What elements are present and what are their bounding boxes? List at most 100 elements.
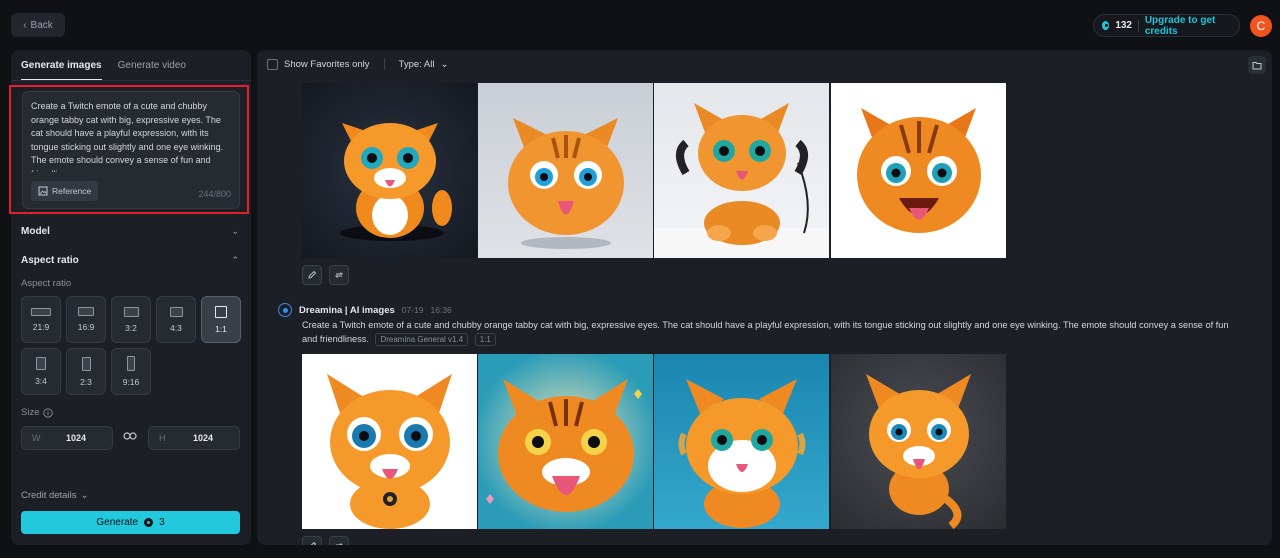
divider bbox=[383, 58, 385, 70]
generation-date: 07-19 bbox=[401, 305, 424, 315]
credit-details-label: Credit details bbox=[21, 490, 77, 501]
cat-image bbox=[340, 123, 452, 241]
generation-header: Dreamina | AI images 07-19 16:36 bbox=[278, 303, 452, 317]
generated-image[interactable] bbox=[831, 83, 1006, 258]
cat-image bbox=[857, 108, 981, 233]
ratio-label: 16:9 bbox=[77, 322, 95, 332]
generate-button[interactable]: Generate 3 bbox=[21, 511, 240, 534]
results-toolbar: Show Favorites only Type: All ⌄ bbox=[267, 58, 448, 70]
upgrade-link[interactable]: Upgrade to get credits bbox=[1145, 15, 1231, 37]
generated-image[interactable] bbox=[831, 354, 1006, 529]
ratio-shape-icon bbox=[78, 307, 94, 316]
chevron-left-icon: ‹ bbox=[23, 19, 27, 31]
generation-prompt: Create a Twitch emote of a cute and chub… bbox=[302, 319, 1242, 346]
ratio-label: 2:3 bbox=[80, 376, 92, 387]
ratio-2-3[interactable]: 2:3 bbox=[66, 348, 106, 395]
avatar[interactable]: C bbox=[1250, 15, 1272, 37]
height-label: H bbox=[159, 433, 166, 443]
cat-image bbox=[327, 374, 452, 529]
size-label: Size bbox=[21, 407, 40, 418]
type-filter[interactable]: Type: All bbox=[399, 59, 435, 70]
ratio-3-2[interactable]: 3:2 bbox=[111, 296, 151, 343]
link-icon[interactable] bbox=[123, 431, 137, 441]
aspect-ratio-section[interactable]: Aspect ratio ⌃ bbox=[21, 255, 239, 266]
ratio-1-1[interactable]: 1:1 bbox=[201, 296, 241, 343]
height-input[interactable]: H 1024 bbox=[148, 426, 240, 450]
prompt-input[interactable]: Create a Twitch emote of a cute and chub… bbox=[22, 91, 240, 209]
char-counter: 244/800 bbox=[198, 189, 231, 199]
aspect-ratio-sublabel: Aspect ratio bbox=[21, 278, 72, 289]
regenerate-button[interactable] bbox=[329, 536, 349, 545]
tab-generate-images[interactable]: Generate images bbox=[21, 58, 102, 81]
generated-image[interactable] bbox=[654, 354, 829, 529]
width-input[interactable]: W 1024 bbox=[21, 426, 113, 450]
generate-label: Generate bbox=[96, 517, 139, 528]
generator-tabs: Generate images Generate video bbox=[21, 58, 186, 81]
divider bbox=[11, 80, 251, 81]
generated-image[interactable] bbox=[478, 354, 653, 529]
generation-author: Dreamina | AI images bbox=[299, 304, 395, 316]
cat-image bbox=[508, 118, 624, 249]
edit-button[interactable] bbox=[302, 265, 322, 285]
credit-coin-icon bbox=[144, 518, 154, 527]
model-tag: Dreamina General v1.4 bbox=[375, 332, 469, 346]
aspect-ratio-title: Aspect ratio bbox=[21, 255, 79, 266]
dreamina-logo-icon bbox=[278, 303, 292, 317]
cat-image bbox=[486, 379, 642, 512]
favorites-label[interactable]: Show Favorites only bbox=[284, 59, 370, 70]
ratio-16-9[interactable]: 16:9 bbox=[66, 296, 106, 343]
width-value[interactable]: 1024 bbox=[50, 433, 102, 443]
refresh-icon bbox=[334, 272, 344, 278]
chevron-down-icon: ⌄ bbox=[231, 226, 239, 236]
model-section[interactable]: Model ⌄ bbox=[21, 226, 239, 237]
ratio-9-16[interactable]: 9:16 bbox=[111, 348, 151, 395]
regenerate-button[interactable] bbox=[329, 265, 349, 285]
width-label: W bbox=[32, 433, 41, 443]
size-label-row: Size bbox=[21, 407, 54, 418]
divider bbox=[1138, 19, 1139, 32]
credit-count: 132 bbox=[1115, 20, 1132, 31]
generated-image[interactable] bbox=[654, 83, 829, 258]
height-value[interactable]: 1024 bbox=[177, 433, 229, 443]
ratio-label: 21:9 bbox=[32, 321, 50, 332]
reference-label: Reference bbox=[52, 186, 92, 196]
pencil-icon bbox=[310, 541, 317, 545]
chevron-down-icon: ⌄ bbox=[80, 490, 89, 501]
generated-image[interactable] bbox=[478, 83, 653, 258]
pencil-icon bbox=[308, 270, 317, 279]
chevron-up-icon: ⌃ bbox=[231, 255, 239, 265]
ratio-4-3[interactable]: 4:3 bbox=[156, 296, 196, 343]
tab-generate-video[interactable]: Generate video bbox=[118, 58, 186, 81]
generated-image[interactable] bbox=[302, 83, 477, 258]
credits-pill[interactable]: 132 Upgrade to get credits bbox=[1093, 14, 1240, 37]
model-label: Model bbox=[21, 226, 50, 237]
ratio-label: 3:4 bbox=[35, 376, 47, 386]
ratio-label: 1:1 bbox=[215, 323, 227, 334]
ratio-shape-icon bbox=[123, 306, 139, 317]
favorites-checkbox[interactable] bbox=[267, 58, 278, 70]
generate-cost: 3 bbox=[159, 517, 165, 528]
ratio-tag: 1:1 bbox=[474, 332, 496, 346]
ratio-3-4[interactable]: 3:4 bbox=[21, 348, 61, 395]
ratio-label: 3:2 bbox=[125, 322, 137, 333]
credit-coin-icon bbox=[1102, 21, 1110, 30]
results-panel: Show Favorites only Type: All ⌄ Dreamina… bbox=[257, 50, 1272, 545]
back-button[interactable]: ‹ Back bbox=[11, 13, 65, 37]
ratio-label: 4:3 bbox=[170, 322, 182, 333]
prompt-text[interactable]: Create a Twitch emote of a cute and chub… bbox=[31, 100, 233, 172]
edit-button[interactable] bbox=[302, 536, 322, 545]
cat-image bbox=[866, 374, 971, 529]
generation-time: 16:36 bbox=[430, 305, 452, 315]
credit-details-toggle[interactable]: Credit details ⌄ bbox=[21, 490, 88, 501]
cat-image bbox=[678, 379, 806, 528]
reference-button[interactable]: Reference bbox=[31, 181, 99, 201]
cat-image bbox=[654, 103, 829, 258]
folder-button[interactable] bbox=[1248, 56, 1266, 74]
back-label: Back bbox=[30, 19, 53, 31]
ratio-shape-icon bbox=[81, 356, 91, 371]
generated-image[interactable] bbox=[302, 354, 477, 529]
ratio-shape-icon bbox=[36, 357, 46, 370]
info-icon[interactable] bbox=[43, 407, 54, 418]
ratio-21-9[interactable]: 21:9 bbox=[21, 296, 61, 343]
chevron-down-icon: ⌄ bbox=[440, 58, 449, 70]
